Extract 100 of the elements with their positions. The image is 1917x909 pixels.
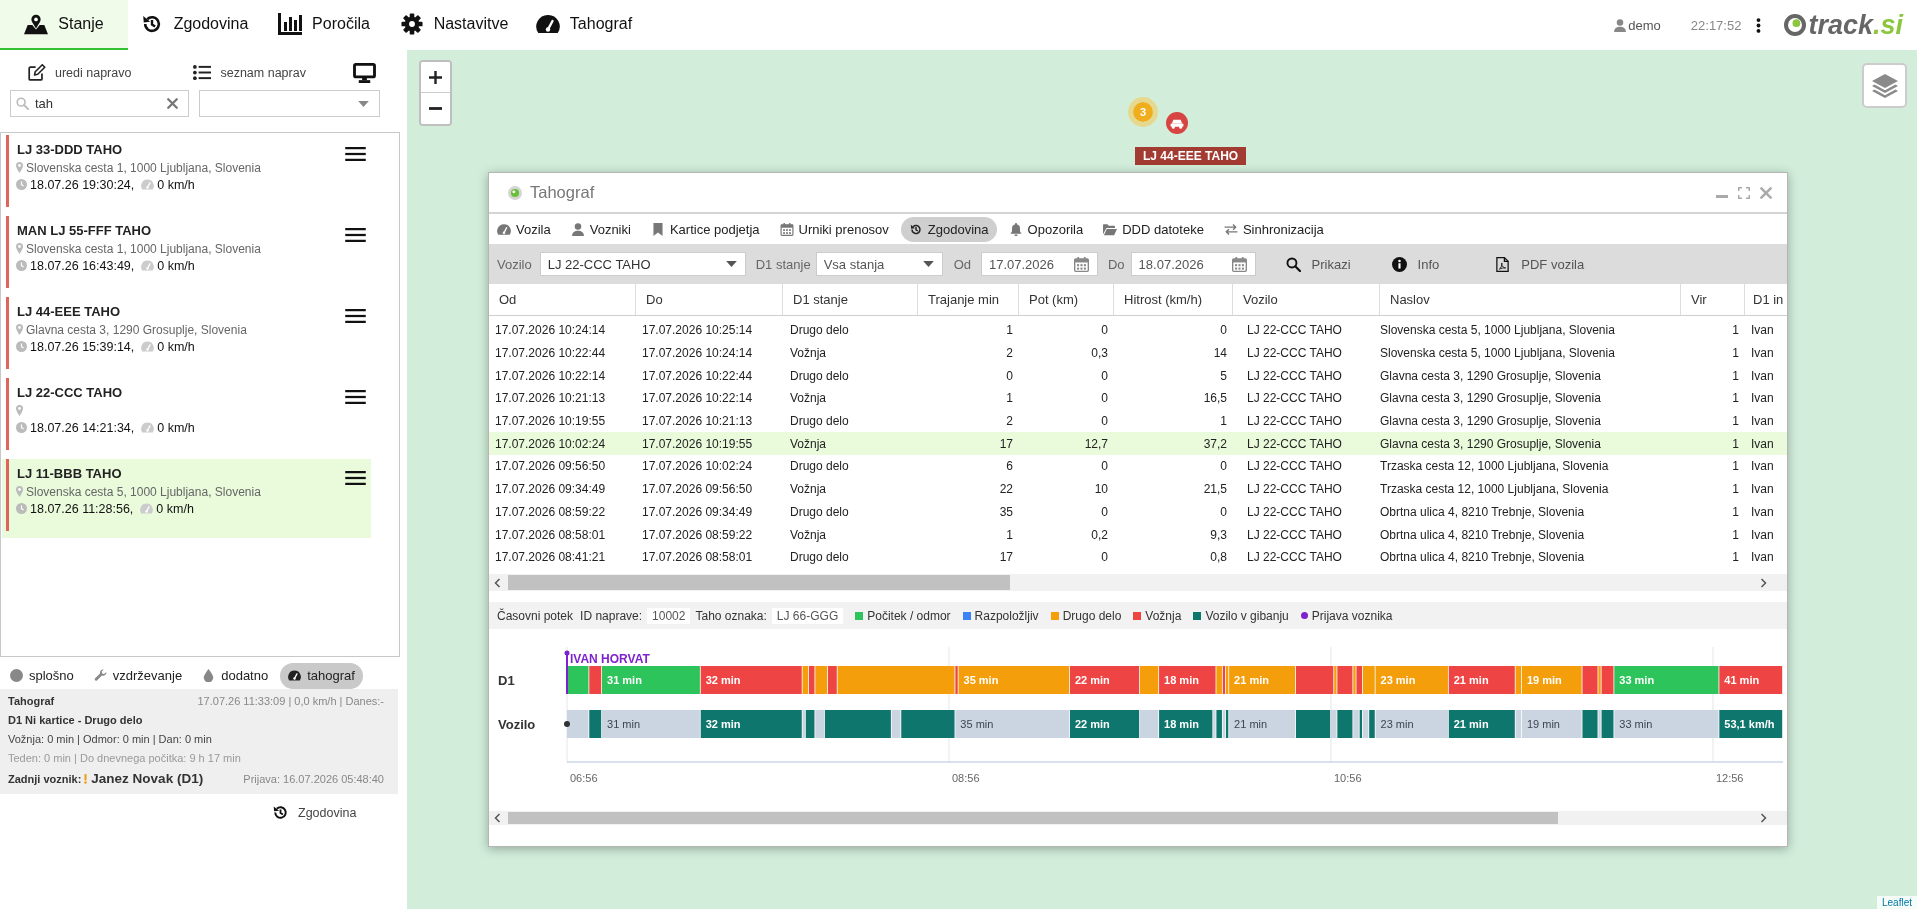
pdf-file-icon (1495, 256, 1511, 272)
zoom-in-button[interactable] (421, 62, 450, 93)
table-row[interactable]: 17.07.2026 08:59:22 17.07.2026 09:34:49 Drugo delo 35 0 0 LJ 22-CCC TAHO Obrtna ulica 4, 8210 Trebnje, Slovenia 1 Ivan (489, 500, 1787, 524)
user-name[interactable]: demo (1628, 17, 1661, 33)
table-row[interactable]: 17.07.2026 09:34:49 17.07.2026 09:56:50 Vožnja 22 10 21,5 LJ 22-CCC TAHO Trzaska cesta 12, 1000 Ljubljana, Slovenia 1 Ivan (489, 477, 1787, 501)
table-row[interactable]: 17.07.2026 08:41:21 17.07.2026 08:58:01 Drugo delo 17 0 0,8 LJ 22-CCC TAHO Obrtna ulica 4, 8210 Trebnje, Slovenia 1 Ivan (489, 545, 1787, 569)
map-placeholder[interactable] (407, 50, 1917, 909)
detail-tab[interactable]: vzdrževanje (85, 662, 191, 689)
table-cell-text: Trzaska cesta 12, 1000 Ljubljana, Slovenia (1380, 482, 1610, 497)
history-link[interactable]: Zgodovina (272, 804, 357, 821)
device-speed: 0 km/h (157, 339, 195, 354)
scroll-right-icon[interactable] (1760, 577, 1767, 588)
column-header[interactable]: Hitrost (km/h) (1114, 284, 1233, 315)
menu-icon[interactable] (345, 147, 366, 161)
more-menu-icon[interactable] (1756, 17, 1762, 33)
table-row[interactable]: 17.07.2026 10:19:55 17.07.2026 10:21:13 Drugo delo 2 0 1 LJ 22-CCC TAHO Glavna cesta 3, 1290 Grosuplje, Slovenia 1 Ivan (489, 409, 1787, 433)
action-button[interactable]: PDF vozila (1487, 250, 1593, 278)
car-marker-icon[interactable] (1166, 112, 1188, 134)
layers-button[interactable] (1862, 63, 1907, 108)
settings-icon (399, 13, 424, 35)
table-cell-text: Slovenska cesta 5, 1000 Ljubljana, Slovenia (1380, 346, 1616, 361)
table-cell-text: Ivan (1750, 368, 1775, 383)
table-row[interactable]: 17.07.2026 10:22:14 17.07.2026 10:22:44 Drugo delo 0 0 5 LJ 22-CCC TAHO Glavna cesta 3, 1290 Grosuplje, Slovenia 1 Ivan (489, 364, 1787, 388)
clear-icon[interactable] (167, 98, 178, 109)
table-row[interactable]: 17.07.2026 08:58:01 17.07.2026 08:59:22 Vožnja 1 0,2 9,3 LJ 22-CCC TAHO Obrtna ulica 4, 8210 Trebnje, Slovenia 1 Ivan (489, 523, 1787, 546)
detail-tab[interactable]: dodatno (194, 662, 277, 689)
legend-label: Počitek / odmor (867, 608, 951, 623)
column-header[interactable]: Pot (km) (1019, 284, 1114, 315)
attribution-link[interactable]: Leaflet (1876, 896, 1917, 909)
last-driver-label: Zadnji voznik: (8, 772, 82, 787)
menu-icon[interactable] (345, 309, 366, 323)
timeline-title: Časovni potek (497, 608, 574, 623)
vehicle-select[interactable]: LJ 22-CCC TAHO (539, 252, 746, 276)
table-row[interactable]: 17.07.2026 10:21:13 17.07.2026 10:22:14 Vožnja 1 0 16,5 LJ 22-CCC TAHO Glavna cesta 3, 1290 Grosuplje, Slovenia 1 Ivan (489, 387, 1787, 410)
table-cell-text: 1 (1731, 368, 1740, 383)
info-icon (1391, 256, 1407, 272)
table-row[interactable]: 17.07.2026 10:22:44 17.07.2026 10:24:14 Vožnja 2 0,3 14 LJ 22-CCC TAHO Slovenska cesta 5, 1000 Ljubljana, Slovenia 1 Ivan (489, 341, 1787, 365)
logo-text: track.si (1808, 9, 1903, 41)
table-cell-text: 17 (998, 550, 1014, 565)
device-item[interactable]: LJ 11-BBB TAHO Slovenska cesta 5, 1000 Ljubljana, Slovenia 18.07.26 11:28:56, 0 km/h (2, 459, 371, 538)
monitor-icon[interactable] (353, 62, 376, 83)
tab[interactable]: Sinhronizacija (1215, 216, 1332, 242)
search-field[interactable]: tah (10, 90, 189, 117)
tab[interactable]: Vozila (489, 216, 559, 242)
device-item[interactable]: MAN LJ 55-FFF TAHO Slovenska cesta 1, 1000 Ljubljana, Slovenia 18.07.26 16:43:49, 0 km/h (2, 216, 371, 295)
clock-icon (16, 260, 27, 271)
device-item[interactable]: LJ 44-EEE TAHO Glavna cesta 3, 1290 Grosuplje, Slovenia 18.07.26 15:39:14, 0 km/h (2, 297, 371, 376)
scroll-left-icon[interactable] (494, 813, 501, 823)
menu-icon[interactable] (345, 390, 366, 404)
menu-icon[interactable] (345, 471, 366, 485)
table-row[interactable]: 17.07.2026 10:02:24 17.07.2026 10:19:55 Vožnja 17 12,7 37,2 LJ 22-CCC TAHO Glavna cesta 3, 1290 Grosuplje, Slovenia 1 Ivan (489, 432, 1787, 456)
state-select[interactable]: Vsa stanja (815, 252, 943, 276)
table-cell-text: Slovenska cesta 5, 1000 Ljubljana, Slovenia (1380, 323, 1616, 338)
tab[interactable]: Zgodovina (900, 216, 997, 242)
device-list-button[interactable]: seznam naprav (193, 64, 306, 81)
date-field[interactable]: 17.07.2026 (980, 252, 1098, 276)
column-header[interactable]: Vozilo (1233, 284, 1380, 315)
horizontal-scrollbar[interactable] (489, 811, 1787, 825)
scroll-right-icon[interactable] (1760, 813, 1767, 823)
horizontal-scrollbar[interactable] (489, 574, 1787, 591)
date-field[interactable]: 18.07.2026 (1130, 252, 1256, 276)
table-cell-text: 1 (1005, 323, 1014, 338)
scrollbar-thumb[interactable] (508, 812, 1558, 824)
scroll-left-icon[interactable] (494, 577, 501, 588)
table-cell-text: LJ 22-CCC TAHO (1246, 323, 1343, 338)
column-header[interactable]: D1 in (1745, 284, 1787, 315)
tab[interactable]: DDD datoteke (1095, 216, 1212, 242)
column-header[interactable]: Od (489, 284, 636, 315)
detail-tab[interactable]: tahograf (280, 662, 363, 689)
legend-label: Vožnja (1145, 608, 1182, 623)
column-header[interactable]: D1 stanje (783, 284, 918, 315)
device-time: 18.07.26 14:21:34, (30, 420, 135, 435)
table-cell-text: 12,7 (1083, 436, 1109, 451)
device-item[interactable]: LJ 33-DDD TAHO Slovenska cesta 1, 1000 Ljubljana, Slovenia 18.07.26 19:30:24, 0 km/h (2, 135, 371, 214)
table-cell-text: Glavna cesta 3, 1290 Grosuplje, Slovenia (1380, 391, 1602, 406)
column-header[interactable]: Trajanje min (918, 284, 1019, 315)
action-button[interactable]: Info (1383, 250, 1448, 278)
edit-device-button[interactable]: uredi napravo (28, 64, 132, 81)
column-header[interactable]: Vir (1681, 284, 1745, 315)
scrollbar-thumb[interactable] (508, 575, 1010, 590)
menu-icon[interactable] (345, 228, 366, 242)
column-header[interactable]: Naslov (1380, 284, 1681, 315)
tab[interactable]: Opozorila (1000, 216, 1092, 242)
tab[interactable]: Vozniki (562, 216, 639, 242)
detail-tab[interactable]: splošno (2, 662, 82, 689)
tab[interactable]: Kartice podjetja (642, 216, 768, 242)
last-driver-name: Janez Novak (D1) (91, 770, 204, 788)
device-item[interactable]: LJ 22-CCC TAHO 18.07.26 14:21:34, 0 km/h (2, 378, 371, 457)
column-header[interactable]: Do (636, 284, 783, 315)
segment-label: 31 min (607, 718, 641, 730)
nav-tab[interactable]: Stanje (0, 0, 128, 50)
info-title: Tahograf (8, 694, 55, 709)
table-row[interactable]: 17.07.2026 09:56:50 17.07.2026 10:02:24 Drugo delo 6 0 0 LJ 22-CCC TAHO Trzaska cesta 12, 1000 Ljubljana, Slovenia 1 Ivan (489, 455, 1787, 478)
table-cell-text: 0 (1005, 368, 1014, 383)
table-cell-text: 1 (1731, 482, 1740, 497)
tab[interactable]: Urniki prenosov (771, 216, 897, 242)
table-row[interactable]: 17.07.2026 10:24:14 17.07.2026 10:25:14 Drugo delo 1 0 0 LJ 22-CCC TAHO Slovenska cesta 5, 1000 Ljubljana, Slovenia 1 Ivan (489, 319, 1787, 342)
legend-label: Prijava voznika (1311, 608, 1393, 623)
action-button[interactable]: Prikazi (1277, 250, 1359, 278)
segment-label: 21 min (1453, 674, 1489, 686)
